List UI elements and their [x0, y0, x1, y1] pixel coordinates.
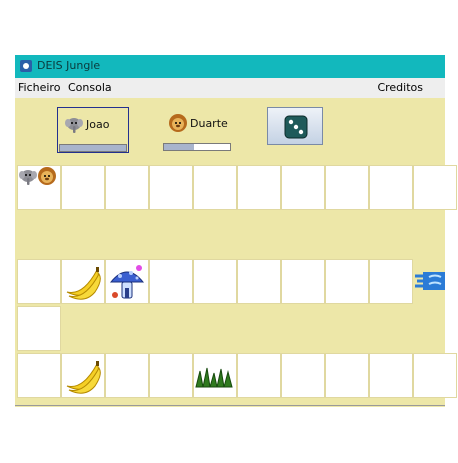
lion-icon [169, 114, 187, 132]
board-cell [17, 306, 61, 351]
player-card-joao[interactable]: Joao [57, 107, 129, 153]
board-cell [17, 259, 61, 304]
water-icon [415, 268, 445, 298]
board-cell [325, 353, 369, 398]
board-cell [369, 165, 413, 210]
progress-fill [164, 144, 194, 150]
banana-icon [63, 356, 103, 400]
elephant-icon [18, 166, 38, 190]
board-cell [149, 165, 193, 210]
board-cell [105, 353, 149, 398]
board-cell [193, 259, 237, 304]
mushroom-icon [107, 262, 147, 306]
board-cell [105, 165, 149, 210]
board-cell [237, 259, 281, 304]
board-cell [237, 165, 281, 210]
player-card-duarte[interactable]: Duarte [162, 107, 232, 151]
board-cell [61, 165, 105, 210]
board-gap [17, 212, 445, 259]
board-cell [281, 353, 325, 398]
board-cell [413, 353, 457, 398]
banana-icon [63, 262, 103, 306]
player-name-joao: Joao [86, 118, 110, 131]
board-cell [237, 353, 281, 398]
menu-ficheiro[interactable]: Ficheiro [18, 81, 60, 94]
player-progress-duarte [163, 143, 231, 151]
grass-icon [194, 365, 234, 393]
menu-creditos[interactable]: Creditos [377, 81, 423, 94]
app-icon [20, 60, 32, 72]
menu-bar: Ficheiro Consola Creditos [15, 78, 445, 98]
game-window: DEIS Jungle Ficheiro Consola Creditos Jo… [15, 55, 457, 407]
player-progress-joao [59, 144, 127, 152]
elephant-icon [65, 118, 83, 133]
players-panel: Joao Duarte [15, 98, 445, 164]
board-cell [281, 165, 325, 210]
board-cell [413, 165, 457, 210]
window-title: DEIS Jungle [37, 59, 101, 72]
dice-icon [284, 115, 308, 139]
roll-dice-button[interactable] [267, 107, 323, 145]
board-cell [281, 259, 325, 304]
menu-consola[interactable]: Consola [68, 81, 112, 94]
title-bar: DEIS Jungle [15, 55, 445, 78]
board-cell [149, 259, 193, 304]
board-cell [369, 259, 413, 304]
board-cell [17, 353, 61, 398]
board-cell [325, 259, 369, 304]
board-cell [149, 353, 193, 398]
bottom-divider [15, 405, 445, 406]
lion-icon [37, 166, 57, 190]
board-cell [193, 165, 237, 210]
board-cell [369, 353, 413, 398]
board-cell [325, 165, 369, 210]
progress-fill [60, 145, 126, 151]
player-name-duarte: Duarte [190, 117, 228, 130]
